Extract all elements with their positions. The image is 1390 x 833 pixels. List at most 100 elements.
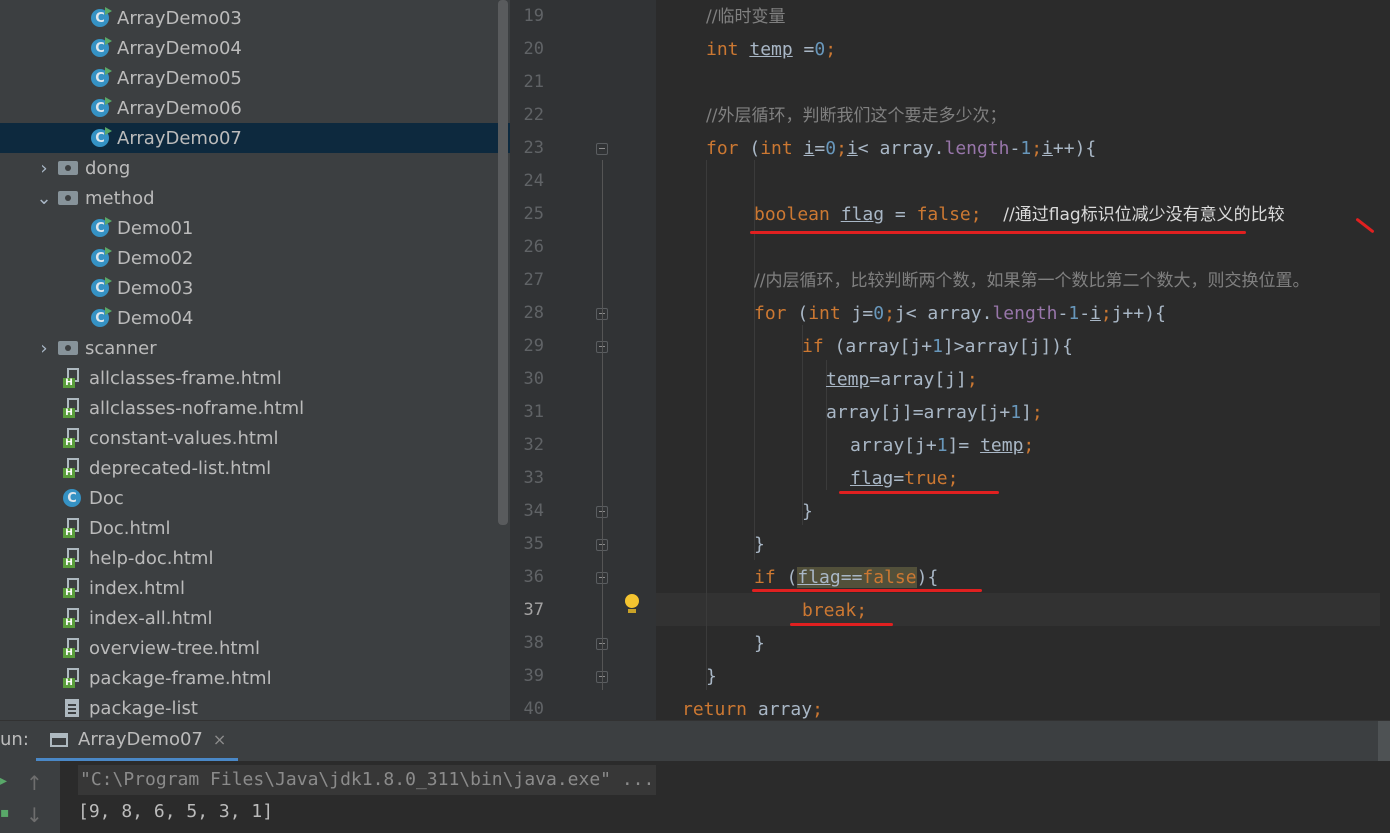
tree-item[interactable]: H Doc.html bbox=[0, 513, 510, 543]
code-line[interactable]: for (int i=0;i< array.length-1;i++){ bbox=[510, 132, 1390, 165]
code-token: ; bbox=[1031, 402, 1043, 423]
tree-item[interactable]: Hallclasses-frame.html bbox=[0, 363, 510, 393]
code-line[interactable]: //临时变量 bbox=[510, 0, 1390, 33]
code-token: < array. bbox=[857, 138, 945, 159]
arrow-up-icon[interactable]: ↑ bbox=[26, 771, 43, 795]
code-token: ; bbox=[836, 138, 847, 159]
tree-item[interactable]: Hallclasses-noframe.html bbox=[0, 393, 510, 423]
code-token: ; bbox=[825, 39, 837, 60]
tree-item[interactable]: C ArrayDemo04 bbox=[0, 33, 510, 63]
tree-item[interactable]: C ArrayDemo03 bbox=[0, 3, 510, 33]
chevron-right-icon[interactable]: › bbox=[36, 158, 52, 179]
tree-item[interactable]: C ArrayDemo07 bbox=[0, 123, 510, 153]
code-token: ]>array[j]){ bbox=[942, 336, 1073, 357]
code-line[interactable]: } bbox=[510, 627, 1390, 660]
code-token: length bbox=[992, 303, 1058, 324]
tree-item-label: allclasses-frame.html bbox=[89, 367, 282, 389]
code-line[interactable]: array[j+1]= temp; bbox=[510, 429, 1390, 462]
tree-item[interactable]: C Demo01 bbox=[0, 213, 510, 243]
code-token: (array[j+ bbox=[823, 336, 933, 357]
html-file-icon: H bbox=[62, 548, 82, 568]
tree-item[interactable]: Hdeprecated-list.html bbox=[0, 453, 510, 483]
code-token: //临时变量 bbox=[706, 7, 786, 27]
tree-item-label: allclasses-noframe.html bbox=[89, 397, 305, 419]
code-token: 1 bbox=[936, 435, 948, 456]
code-token: return bbox=[682, 699, 748, 720]
code-token: ++){ bbox=[1052, 138, 1097, 159]
code-line[interactable]: array[j]=array[j+1]; bbox=[510, 396, 1390, 429]
code-line[interactable]: } bbox=[510, 495, 1390, 528]
html-file-icon: H bbox=[62, 368, 82, 388]
code-token: ; bbox=[1031, 138, 1043, 159]
code-line[interactable]: return array; bbox=[510, 693, 1390, 720]
code-token: boolean bbox=[754, 204, 830, 225]
console-scrollbar[interactable] bbox=[1378, 721, 1390, 761]
arrow-down-icon[interactable]: ↓ bbox=[26, 803, 43, 827]
tree-item[interactable]: C Demo04 bbox=[0, 303, 510, 333]
runnable-class-icon: C bbox=[90, 217, 112, 238]
code-token: j= bbox=[840, 303, 874, 324]
lightbulb-intention-icon[interactable] bbox=[625, 594, 639, 613]
code-line[interactable]: if (array[j+1]>array[j]){ bbox=[510, 330, 1390, 363]
code-token: //通过 bbox=[1003, 205, 1049, 225]
code-editor[interactable]: 19 20 21 22 23 24 25 26 27 28 29 30 31 32 33 34 35 36 37 38… bbox=[510, 0, 1390, 720]
package-folder-icon bbox=[58, 188, 78, 208]
rerun-icon[interactable]: ▸ bbox=[0, 773, 7, 789]
code-token: ; bbox=[812, 699, 823, 720]
code-line[interactable]: //外层循环，判断我们这个要走多少次； bbox=[510, 99, 1390, 132]
chevron-right-icon[interactable]: › bbox=[36, 338, 52, 359]
tree-item[interactable]: Hpackage-frame.html bbox=[0, 663, 510, 693]
tree-item-label: ArrayDemo05 bbox=[117, 67, 242, 89]
code-line[interactable]: } bbox=[510, 528, 1390, 561]
tree-item[interactable]: C ArrayDemo05 bbox=[0, 63, 510, 93]
tree-item[interactable]: Hhelp-doc.html bbox=[0, 543, 510, 573]
runnable-class-icon: C bbox=[90, 67, 112, 88]
editor-scrollbar[interactable] bbox=[1380, 0, 1390, 720]
code-line[interactable]: int temp =0; bbox=[510, 33, 1390, 66]
code-line[interactable] bbox=[510, 231, 1390, 264]
code-token: array bbox=[747, 699, 813, 720]
project-tree-scrollbar[interactable] bbox=[498, 0, 508, 525]
code-token: } bbox=[706, 666, 717, 687]
tree-item[interactable]: Hoverview-tree.html bbox=[0, 633, 510, 663]
tree-item[interactable]: Hindex.html bbox=[0, 573, 510, 603]
tree-item[interactable]: Hindex-all.html bbox=[0, 603, 510, 633]
console-command-line: "C:\Program Files\Java\jdk1.8.0_311\bin\… bbox=[78, 765, 657, 795]
code-line[interactable]: for (int j=0;j< array.length-1-i;j++){ bbox=[510, 297, 1390, 330]
stop-icon[interactable]: ▪ bbox=[0, 805, 10, 821]
tree-item-label: package-list bbox=[89, 697, 198, 719]
code-line[interactable]: //内层循环，比较判断两个数，如果第一个数比第二个数大，则交换位置。 bbox=[510, 264, 1390, 297]
chevron-down-icon[interactable]: ⌄ bbox=[36, 188, 52, 209]
tree-item[interactable]: › scanner bbox=[0, 333, 510, 363]
code-line[interactable]: break; bbox=[510, 594, 1390, 627]
code-token: 1 bbox=[932, 336, 943, 357]
code-line[interactable]: } bbox=[510, 660, 1390, 693]
close-icon[interactable]: × bbox=[213, 730, 226, 749]
tree-item[interactable]: ⌄ method bbox=[0, 183, 510, 213]
tree-item[interactable]: › dong bbox=[0, 153, 510, 183]
runnable-class-icon: C bbox=[90, 7, 112, 28]
tree-item[interactable]: package-list bbox=[0, 693, 510, 720]
run-tab-arraydemo07[interactable]: ArrayDemo07 × bbox=[36, 721, 238, 761]
code-token: //外层循环，判断我们这个要走多少次； bbox=[706, 106, 1007, 126]
run-tab-title: ArrayDemo07 bbox=[78, 729, 203, 750]
code-token: 0 bbox=[873, 303, 885, 324]
html-file-icon: H bbox=[62, 578, 82, 598]
code-token: = bbox=[814, 138, 826, 159]
code-token: } bbox=[802, 501, 813, 522]
runnable-class-icon: C bbox=[90, 97, 112, 118]
tree-item[interactable]: C ArrayDemo06 bbox=[0, 93, 510, 123]
code-line[interactable]: boolean flag = false; //通过flag标识位减少没有意义的… bbox=[510, 198, 1390, 231]
code-line[interactable]: temp=array[j]; bbox=[510, 363, 1390, 396]
tree-item[interactable]: C Demo03 bbox=[0, 273, 510, 303]
tree-item[interactable]: Hconstant-values.html bbox=[0, 423, 510, 453]
code-token: } bbox=[754, 534, 765, 555]
code-token: i bbox=[1042, 138, 1053, 159]
code-line[interactable] bbox=[510, 165, 1390, 198]
code-token: ( bbox=[786, 303, 809, 324]
code-line[interactable] bbox=[510, 66, 1390, 99]
tree-item[interactable]: C Demo02 bbox=[0, 243, 510, 273]
code-token: flag bbox=[1048, 205, 1081, 225]
tree-item[interactable]: C Doc bbox=[0, 483, 510, 513]
